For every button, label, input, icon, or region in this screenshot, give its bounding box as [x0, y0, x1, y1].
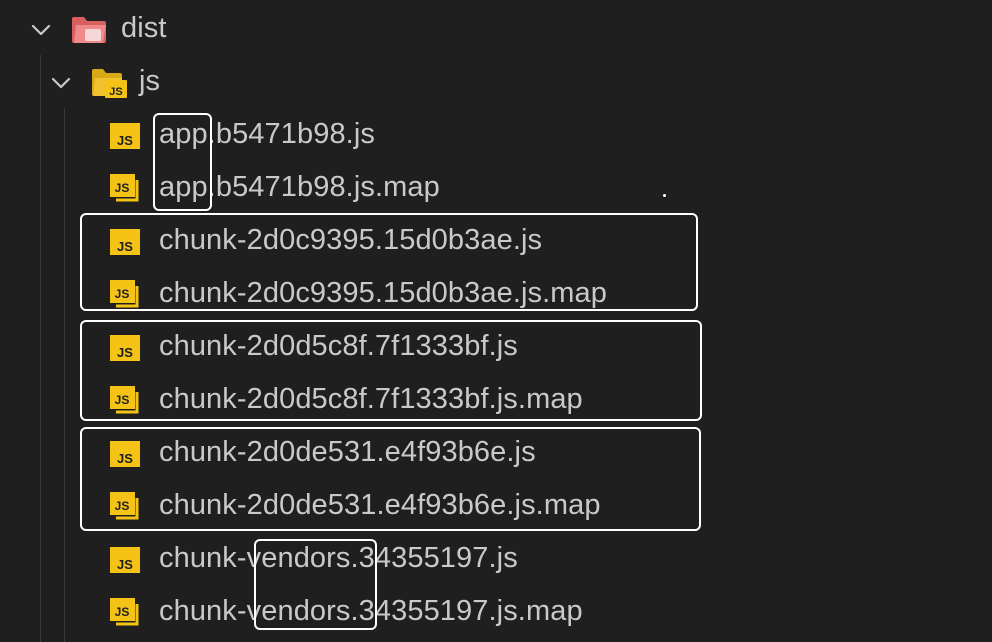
svg-text:JS: JS: [115, 499, 130, 513]
file-row[interactable]: JS chunk-2d0de531.e4f93b6e.js.map: [0, 480, 992, 533]
javascript-map-file-icon: JS: [110, 386, 139, 414]
svg-text:JS: JS: [115, 181, 130, 195]
javascript-map-file-icon: JS: [110, 492, 139, 520]
svg-text:JS: JS: [117, 133, 133, 148]
file-row[interactable]: JS chunk-vendors.34355197.js.map: [0, 586, 992, 639]
javascript-map-file-icon: JS: [110, 174, 139, 202]
file-label: chunk-2d0d5c8f.7f1333bf.js.map: [159, 383, 583, 415]
svg-text:JS: JS: [109, 86, 122, 98]
javascript-map-file-icon: JS: [110, 280, 139, 308]
folder-row-dist[interactable]: dist: [0, 3, 992, 56]
file-label: chunk-2d0c9395.15d0b3ae.js.map: [159, 277, 607, 309]
chevron-down-icon[interactable]: [48, 70, 74, 96]
javascript-file-icon: JS: [110, 123, 140, 149]
file-row[interactable]: JS app.b5471b98.js.map: [0, 162, 992, 215]
svg-text:JS: JS: [117, 239, 133, 254]
file-row[interactable]: JS chunk-vendors.34355197.js: [0, 533, 992, 586]
javascript-file-icon: JS: [110, 335, 140, 361]
javascript-map-file-icon: JS: [110, 598, 139, 626]
file-label: app.b5471b98.js.map: [159, 171, 440, 203]
file-row[interactable]: JS chunk-2d0d5c8f.7f1333bf.js.map: [0, 374, 992, 427]
folder-label-js: js: [139, 65, 161, 97]
javascript-file-icon: JS: [110, 441, 140, 467]
file-label: chunk-2d0de531.e4f93b6e.js: [159, 436, 536, 468]
stray-dot: [663, 194, 666, 197]
file-label: chunk-2d0d5c8f.7f1333bf.js: [159, 330, 518, 362]
file-row[interactable]: JS chunk-2d0d5c8f.7f1333bf.js: [0, 321, 992, 374]
svg-text:JS: JS: [117, 345, 133, 360]
svg-text:JS: JS: [115, 393, 130, 407]
javascript-file-icon: JS: [110, 547, 140, 573]
file-row[interactable]: JS chunk-2d0de531.e4f93b6e.js: [0, 427, 992, 480]
svg-text:JS: JS: [115, 605, 130, 619]
file-label: chunk-vendors.34355197.js.map: [159, 595, 583, 627]
folder-open-js-icon: JS: [92, 69, 127, 98]
chevron-down-icon[interactable]: [28, 17, 54, 43]
file-row[interactable]: JS chunk-2d0c9395.15d0b3ae.js.map: [0, 268, 992, 321]
file-label: app.b5471b98.js: [159, 118, 375, 150]
svg-text:JS: JS: [117, 451, 133, 466]
svg-text:JS: JS: [115, 287, 130, 301]
folder-row-js[interactable]: JS js: [0, 56, 992, 109]
javascript-file-icon: JS: [110, 229, 140, 255]
folder-label-dist: dist: [121, 12, 167, 44]
file-row[interactable]: JS chunk-2d0c9395.15d0b3ae.js: [0, 215, 992, 268]
svg-text:JS: JS: [117, 557, 133, 572]
file-label: chunk-vendors.34355197.js: [159, 542, 518, 574]
file-label: chunk-2d0c9395.15d0b3ae.js: [159, 224, 543, 256]
file-label: chunk-2d0de531.e4f93b6e.js.map: [159, 489, 601, 521]
folder-open-dist-icon: [72, 17, 106, 43]
file-explorer-tree: dist JS js JS app.b5471b98.js JS app.b54…: [0, 0, 992, 642]
file-row[interactable]: JS app.b5471b98.js: [0, 109, 992, 162]
